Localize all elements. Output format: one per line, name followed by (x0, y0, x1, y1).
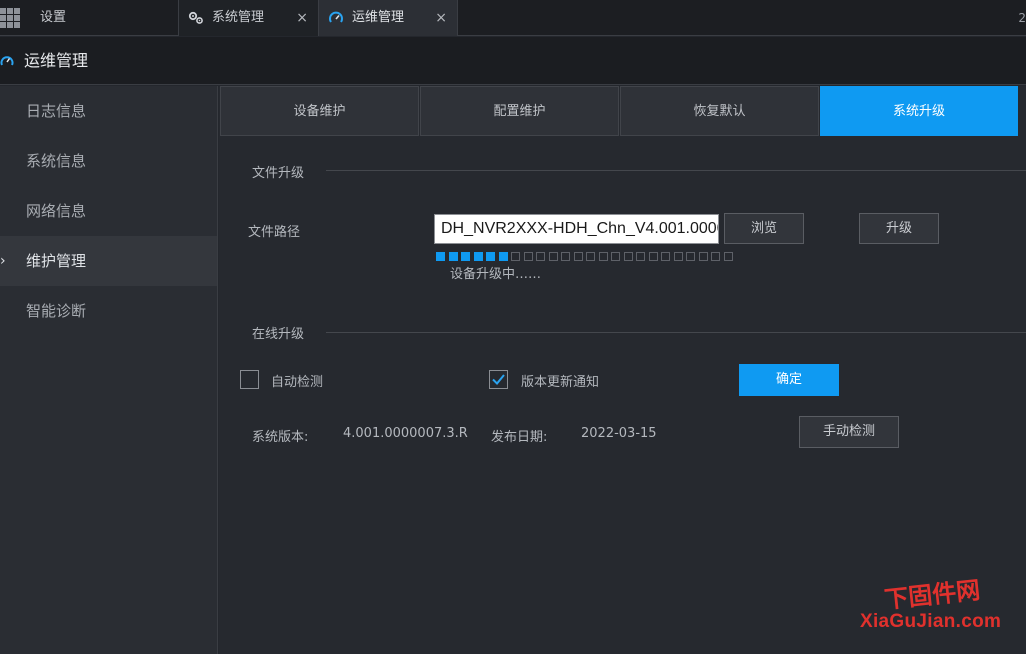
release-date-value: 2022-03-15 (581, 426, 657, 441)
page-title: 运维管理 (24, 51, 89, 70)
progress-segment (548, 252, 558, 261)
watermark-text: 下固件网 (882, 575, 982, 614)
auto-check-label: 自动检测 (271, 375, 324, 390)
section-divider (326, 170, 1026, 171)
watermark-url: XiaGuJian.com (860, 611, 1002, 632)
progress-segment (648, 252, 658, 261)
release-date-label: 发布日期: (491, 430, 548, 445)
confirm-button[interactable]: 确定 (739, 364, 839, 396)
tab-config-maintenance[interactable]: 配置维护 (420, 86, 619, 136)
sidebar-item-network-info[interactable]: 网络信息 (0, 186, 217, 236)
sidebar-item-maintenance[interactable]: › 维护管理 (0, 236, 217, 286)
update-notify-label: 版本更新通知 (521, 375, 600, 390)
sidebar-item-log-info[interactable]: 日志信息 (0, 86, 217, 136)
sidebar-item-label: 维护管理 (26, 252, 87, 270)
section-title-online-upgrade: 在线升级 (252, 327, 305, 342)
tab-label: 运维管理 (352, 10, 405, 25)
system-version-label: 系统版本: (252, 430, 309, 445)
progress-segment (561, 252, 570, 261)
gauge-icon (0, 56, 14, 66)
section-title-file-upgrade: 文件升级 (252, 166, 305, 181)
title-bar: 运维管理 (0, 37, 1026, 85)
chevron-right-icon: › (0, 253, 6, 269)
progress-segment (448, 252, 458, 261)
upgrade-status-text: 设备升级中…… (450, 267, 542, 282)
progress-segment (436, 252, 445, 261)
gears-icon (188, 11, 203, 24)
progress-segment (486, 252, 495, 261)
browse-button[interactable]: 浏览 (724, 213, 804, 244)
tab-system-management[interactable]: 系统管理 × (178, 0, 318, 36)
file-path-label: 文件路径 (248, 225, 301, 240)
progress-segment (598, 252, 608, 261)
progress-segment (623, 252, 633, 261)
sub-tab-bar: 设备维护 配置维护 恢复默认 系统升级 (219, 86, 1026, 136)
progress-segment (461, 252, 470, 261)
checkmark-icon (492, 374, 505, 385)
sidebar: 日志信息 系统信息 网络信息 › 维护管理 智能诊断 (0, 86, 218, 654)
manual-check-button[interactable]: 手动检测 (799, 416, 899, 448)
close-icon[interactable]: × (435, 0, 447, 36)
top-right-text: 2 (1018, 11, 1026, 25)
progress-segment (498, 252, 508, 261)
progress-segment (573, 252, 583, 261)
progress-segment (698, 252, 708, 261)
progress-segment (536, 252, 545, 261)
tab-system-upgrade[interactable]: 系统升级 (820, 86, 1018, 136)
top-tab-bar: 设置 系统管理 × 运维管理 × 2 (0, 0, 1026, 36)
upgrade-button[interactable]: 升级 (859, 213, 939, 244)
progress-segment (636, 252, 645, 261)
progress-segment (673, 252, 683, 261)
progress-segment (511, 252, 520, 261)
auto-check-checkbox[interactable] (240, 370, 259, 389)
sidebar-item-smart-diagnosis[interactable]: 智能诊断 (0, 286, 217, 336)
system-version-value: 4.001.0000007.3.R (343, 426, 468, 441)
sidebar-item-label: 日志信息 (26, 102, 87, 120)
gauge-icon (329, 11, 343, 23)
progress-segment (661, 252, 670, 261)
progress-segment (586, 252, 595, 261)
progress-segment (686, 252, 695, 261)
apps-grid-icon[interactable] (0, 8, 22, 28)
watermark-logo: 下固件网 XiaGuJian.com (836, 575, 1026, 654)
tab-operations-management[interactable]: 运维管理 × (318, 0, 458, 36)
tab-settings[interactable]: 设置 (28, 0, 178, 36)
sidebar-item-label: 系统信息 (26, 152, 87, 170)
sidebar-item-label: 网络信息 (26, 202, 87, 220)
upgrade-progress-bar (436, 252, 736, 262)
progress-segment (473, 252, 483, 261)
tab-device-maintenance[interactable]: 设备维护 (220, 86, 419, 136)
sidebar-item-system-info[interactable]: 系统信息 (0, 136, 217, 186)
progress-segment (611, 252, 620, 261)
file-path-input[interactable]: DH_NVR2XXX-HDH_Chn_V4.001.0000007.3.R (434, 214, 719, 244)
progress-segment (523, 252, 533, 261)
tab-restore-default[interactable]: 恢复默认 (620, 86, 819, 136)
update-notify-checkbox[interactable] (489, 370, 508, 389)
sidebar-item-label: 智能诊断 (26, 302, 87, 320)
close-icon[interactable]: × (296, 0, 308, 36)
tab-label: 系统管理 (212, 10, 265, 25)
section-divider (326, 332, 1026, 333)
main-panel: 设备维护 配置维护 恢复默认 系统升级 文件升级 文件路径 DH_NVR2XXX… (219, 86, 1026, 654)
progress-segment (711, 252, 720, 261)
progress-segment (723, 252, 733, 261)
